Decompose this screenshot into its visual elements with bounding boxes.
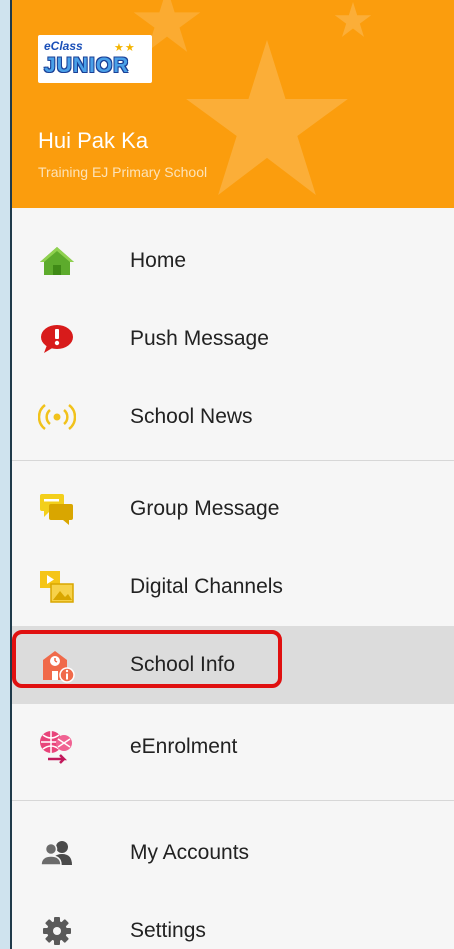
menu-divider: [12, 460, 454, 461]
decorative-star-icon: [186, 40, 348, 195]
logo-junior-text: JUNIOR: [44, 54, 130, 77]
menu-item-label: School Info: [130, 653, 236, 676]
home-icon: [38, 242, 76, 280]
school-info-icon: [38, 646, 76, 684]
navigation-drawer: eClass ★ ★ JUNIOR Hui Pak Ka Training EJ…: [10, 0, 454, 949]
chat-bubbles-icon: [38, 490, 76, 528]
broadcast-icon: [38, 398, 76, 436]
user-name: Hui Pak Ka: [38, 128, 149, 153]
menu-item-my-accounts[interactable]: My Accounts: [12, 814, 454, 892]
menu-item-settings[interactable]: Settings: [12, 892, 454, 949]
menu-item-school-info[interactable]: School Info: [12, 626, 454, 704]
menu-item-school-news[interactable]: School News: [12, 378, 454, 456]
school-name: Training EJ Primary School: [38, 164, 208, 180]
menu-item-label: Digital Channels: [130, 575, 283, 598]
menu-item-digital-channels[interactable]: Digital Channels: [12, 548, 454, 626]
enrolment-icon: [38, 728, 76, 766]
decorative-star-icon: [334, 2, 372, 37]
gear-icon: [38, 912, 76, 949]
menu-item-label: Push Message: [130, 327, 269, 350]
menu-divider: [12, 800, 454, 801]
menu-item-label: Settings: [130, 919, 206, 942]
drawer-header: eClass ★ ★ JUNIOR Hui Pak Ka Training EJ…: [12, 0, 454, 208]
menu-item-push-message[interactable]: Push Message: [12, 300, 454, 378]
logo-stars-icon: ★ ★: [114, 42, 135, 54]
menu-item-group-message[interactable]: Group Message: [12, 470, 454, 548]
menu-item-home[interactable]: Home: [12, 222, 454, 300]
menu-item-label: Home: [130, 249, 187, 272]
accounts-icon: [38, 834, 76, 872]
menu-item-label: Group Message: [130, 497, 280, 520]
menu-item-eenrolment[interactable]: eEnrolment: [12, 708, 454, 786]
push-message-icon: [38, 320, 76, 358]
menu-item-label: School News: [130, 405, 253, 428]
media-channels-icon: [38, 568, 76, 606]
logo-eclass-text: eClass: [44, 39, 83, 53]
menu-item-label: eEnrolment: [130, 735, 238, 758]
eclass-junior-logo: eClass ★ ★ JUNIOR: [38, 35, 152, 83]
menu-item-label: My Accounts: [130, 841, 250, 864]
